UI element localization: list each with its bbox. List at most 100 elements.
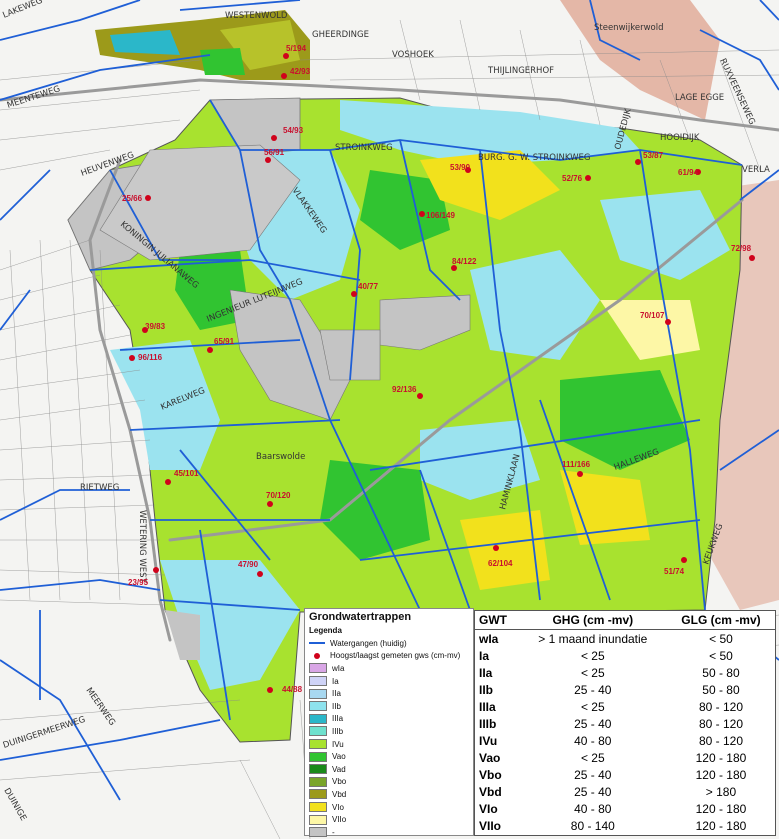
street-label: WETERING WEST xyxy=(137,510,147,584)
legend-label: Vbd xyxy=(332,789,347,799)
table-cell: 25 - 40 xyxy=(574,768,612,783)
table-cell: wIa xyxy=(479,631,499,646)
measurement-label: 61/94 xyxy=(678,168,699,177)
legend-item-class: VIIo xyxy=(305,813,473,826)
legend-item-class: Vao xyxy=(305,750,473,763)
table-row: VIo 40 - 80 120 - 180 xyxy=(475,801,776,818)
legend-item-gws: Hoogst/laagst gemeten gws (cm-mv) xyxy=(305,650,473,663)
measurement-dot[interactable] xyxy=(351,291,357,297)
table-row: Ia < 25 < 50 xyxy=(475,647,776,664)
table-row: IVu 40 - 80 80 - 120 xyxy=(475,732,776,749)
table-cell: Vbo xyxy=(479,768,502,783)
table-row: Vbd 25 - 40 > 180 xyxy=(475,784,776,801)
measurement-label: 40/77 xyxy=(358,282,379,291)
table-cell: 40 - 80 xyxy=(574,734,612,748)
table-cell: 80 - 120 xyxy=(698,699,743,714)
measurement-dot[interactable] xyxy=(281,73,287,79)
legend-swatch xyxy=(309,827,327,838)
table-cell: < 25 xyxy=(580,665,605,680)
table-cell: < 25 xyxy=(580,751,605,766)
measurement-dot[interactable] xyxy=(165,479,171,485)
measurement-dot[interactable] xyxy=(129,355,135,361)
measurement-dot[interactable] xyxy=(419,211,425,217)
measurement-dot[interactable] xyxy=(271,135,277,141)
measurement-label: 96/116 xyxy=(138,353,163,362)
measurement-dot[interactable] xyxy=(267,501,273,507)
measurement-dot[interactable] xyxy=(145,195,151,201)
measurement-dot[interactable] xyxy=(749,255,755,261)
measurement-dot[interactable] xyxy=(681,557,687,563)
measurement-label: 51/74 xyxy=(664,567,685,576)
north-patch-3 xyxy=(200,48,245,75)
measurement-label: 44/88 xyxy=(282,685,303,694)
table-row: IIIb 25 - 40 80 - 120 xyxy=(475,715,776,732)
legend-item-class: VIo xyxy=(305,801,473,814)
measurement-dot[interactable] xyxy=(265,157,271,163)
measurement-dot[interactable] xyxy=(207,347,213,353)
legend-label: Watergangen (huidig) xyxy=(330,638,407,648)
table-cell: < 50 xyxy=(709,648,733,663)
table-cell: < 50 xyxy=(709,631,733,646)
legend-swatch xyxy=(309,802,327,813)
table-cell: IIb xyxy=(479,682,493,697)
table-row: wIa > 1 maand inundatie < 50 xyxy=(475,630,776,648)
legend-label: VIIo xyxy=(332,815,347,825)
measurement-label: 52/76 xyxy=(562,174,583,183)
measurement-label: 54/93 xyxy=(283,126,304,135)
measurement-dot[interactable] xyxy=(665,319,671,325)
measurement-label: 47/90 xyxy=(238,560,259,569)
legend-label: IIIa xyxy=(332,714,344,724)
measurement-label: 5/194 xyxy=(286,44,307,53)
measurement-dot[interactable] xyxy=(585,175,591,181)
measurement-label: 111/166 xyxy=(562,460,591,469)
legend-item-watergangen: Watergangen (huidig) xyxy=(305,637,473,650)
legend-label: - xyxy=(332,827,335,837)
measurement-label: 84/122 xyxy=(452,257,477,266)
measurement-dot[interactable] xyxy=(635,159,641,165)
measurement-dot[interactable] xyxy=(283,53,289,59)
legend-subtitle: Legenda xyxy=(309,626,342,635)
water-line-icon xyxy=(309,642,325,645)
legend-swatch xyxy=(309,688,327,699)
measurement-label: 25/66 xyxy=(122,194,143,203)
street-label: STROINKWEG xyxy=(335,143,393,153)
legend-swatch xyxy=(309,751,327,762)
table-cell: IIIa xyxy=(479,699,496,714)
measurement-dot[interactable] xyxy=(267,687,273,693)
table-header: GHG (cm -mv) xyxy=(518,610,667,630)
legend-label: wIa xyxy=(332,663,345,673)
table-cell: 80 - 140 xyxy=(570,819,615,834)
table-cell: 120 - 180 xyxy=(695,751,747,766)
street-label: VOSHOEK xyxy=(392,50,434,60)
legend-item-class: IVu xyxy=(305,738,473,751)
measurement-label: 23/95 xyxy=(128,578,149,587)
legend-swatch xyxy=(309,776,327,787)
measurement-dot[interactable] xyxy=(577,471,583,477)
table-cell: < 25 xyxy=(580,699,605,714)
legend-label: Hoogst/laagst gemeten gws (cm-mv) xyxy=(330,651,461,661)
table-cell: Ia xyxy=(479,648,490,663)
table-cell: 25 - 40 xyxy=(574,682,612,697)
measurement-dot[interactable] xyxy=(493,545,499,551)
table-cell: < 25 xyxy=(580,648,605,663)
measurement-label: 62/104 xyxy=(488,559,513,568)
street-label: Steenwijkerwold xyxy=(594,23,664,33)
legend-swatch xyxy=(309,739,327,750)
measurement-label: 70/107 xyxy=(640,311,665,320)
legend-label: Vao xyxy=(332,752,346,762)
table-cell: VIIo xyxy=(479,819,502,834)
measurement-dot[interactable] xyxy=(257,571,263,577)
street-label: VERLA xyxy=(742,165,770,175)
measurement-dot[interactable] xyxy=(417,393,423,399)
legend-item-class: IIIa xyxy=(305,713,473,726)
street-label: HOOIDIJK xyxy=(660,133,700,143)
table-row: IIIa < 25 80 - 120 xyxy=(475,698,776,715)
table-row: VIIo 80 - 140 120 - 180 xyxy=(475,818,776,836)
legend-label: IIa xyxy=(332,689,341,699)
legend-label: IVu xyxy=(332,739,344,749)
legend-item-class: IIa xyxy=(305,687,473,700)
table-cell: 40 - 80 xyxy=(574,802,612,817)
table-cell: VIo xyxy=(479,802,498,817)
red-dot-icon xyxy=(314,652,320,659)
measurement-dot[interactable] xyxy=(153,567,159,573)
